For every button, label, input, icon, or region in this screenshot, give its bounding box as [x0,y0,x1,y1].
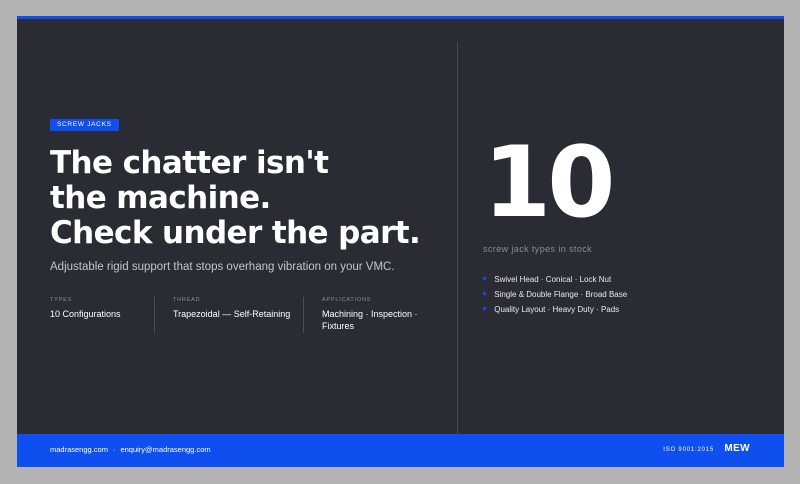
stock-caption: screw jack types in stock [483,244,593,254]
screw-jacks-tag: SCREW JACKS [50,119,119,131]
diamond-bullet-icon [482,291,487,296]
applications-value: Machining · Inspection · Fixtures [322,309,418,331]
website-link[interactable]: madrasengg.com [50,445,108,454]
contact-separator: · [112,445,116,454]
applications-label: APPLICATIONS [322,297,372,303]
type-label: Swivel Head · Conical · Lock Nut [494,275,612,284]
type-item: Single & Double Flange · Broad Base [482,287,763,302]
thread-label: THREAD [173,297,201,303]
types-spec: TYPES 10 Configurations [50,297,145,333]
diamond-bullet-icon [482,276,487,281]
types-value: 10 Configurations [50,309,121,319]
support-description: Adjustable rigid support that stops over… [50,261,395,273]
types-label: TYPES [50,297,73,303]
iso-certification: ISO 9001:2015 [663,447,714,453]
contact-info: madrasengg.com · enquiry@madrasengg.com [50,445,211,454]
brand-logo: MEW [724,443,750,454]
screw-jacks-slide: SCREW JACKS The chatter isn't the machin… [17,16,784,467]
headline-line-3: Check under the part. [50,215,421,251]
footer-bar: madrasengg.com · enquiry@madrasengg.com IS… [17,434,784,467]
top-accent-bar [17,16,784,19]
stock-count: 10 [483,126,615,240]
screw-jack-types-list: Swivel Head · Conical · Lock Nut Single … [482,272,763,317]
thread-value: Trapezoidal — Self-Retaining [173,309,291,319]
vertical-divider [457,42,458,434]
diamond-bullet-icon [482,306,487,311]
email-link[interactable]: enquiry@madrasengg.com [120,445,210,454]
spec-row: TYPES 10 Configurations THREAD Trapezoid… [50,297,435,333]
headline-line-2: the machine. [50,180,271,216]
type-item: Quality Layout · Heavy Duty · Pads [482,302,763,317]
headline-line-1: The chatter isn't [50,145,329,181]
type-label: Quality Layout · Heavy Duty · Pads [494,305,620,314]
applications-spec: APPLICATIONS Machining · Inspection · Fi… [303,297,440,333]
type-label: Single & Double Flange · Broad Base [494,290,628,299]
headline: The chatter isn't the machine. Check und… [50,146,450,251]
thread-spec: THREAD Trapezoidal — Self-Retaining [154,297,293,333]
type-item: Swivel Head · Conical · Lock Nut [482,272,763,287]
